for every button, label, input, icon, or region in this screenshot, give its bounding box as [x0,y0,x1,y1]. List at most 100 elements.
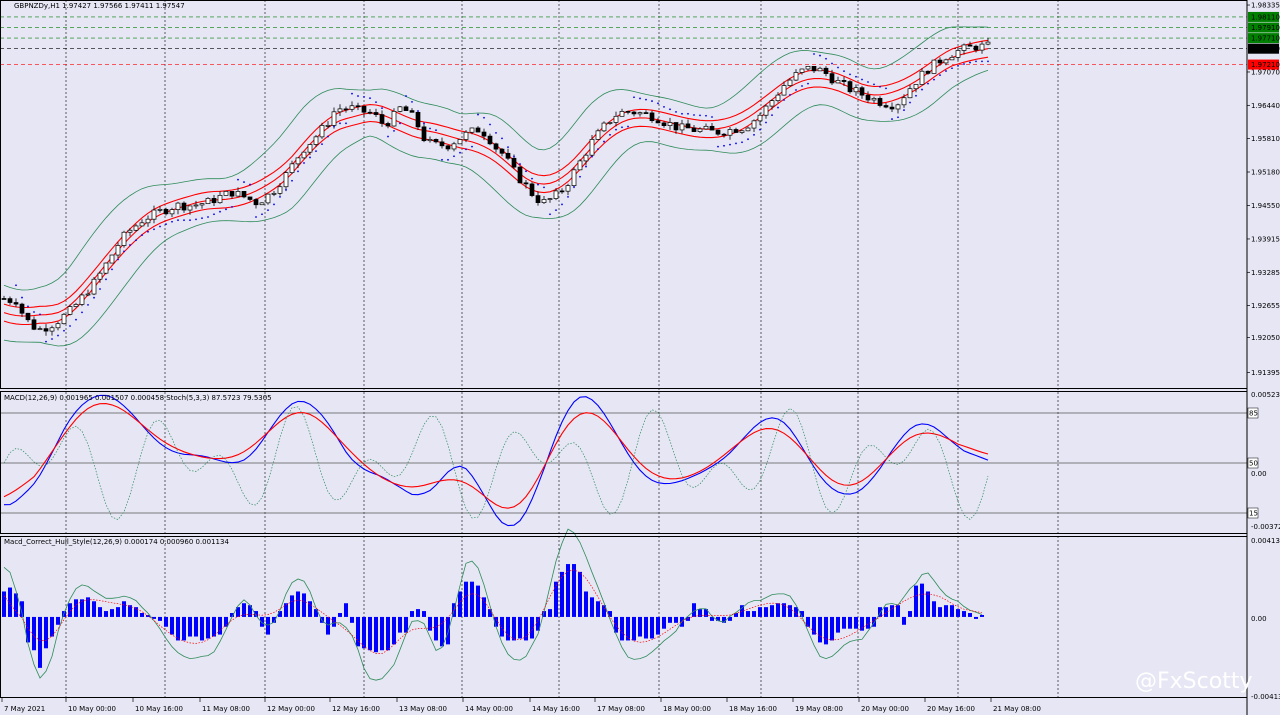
histogram-bar [392,616,396,645]
candle [355,105,361,108]
time-label: 19 May 08:00 [795,705,843,713]
sar-dot [525,170,527,173]
sar-dot [297,170,299,173]
candle [571,169,577,186]
histogram-bar [164,616,168,627]
candle [391,111,397,127]
sar-dot [441,158,443,161]
candle [241,190,247,198]
sar-dot [861,78,863,81]
candle [301,151,307,159]
sar-dot [39,313,41,316]
histogram-bar [830,616,834,641]
time-label: 14 May 00:00 [465,705,513,713]
sar-dot [201,217,203,220]
sar-dot [147,230,149,233]
histogram-bar [698,609,702,617]
candle [265,193,271,204]
price-axis: 1.98335 1.97070 1.96440 1.95810 1.95180 1.945… [1247,0,1280,715]
histogram-bar [746,611,750,617]
candle [853,87,859,93]
candle [727,129,733,136]
histogram-bar [638,616,642,637]
candle [961,44,967,51]
histogram-bar [776,603,780,617]
candle [859,87,865,96]
candle [535,195,541,203]
sar-dot [453,155,455,158]
sar-dot [519,163,521,165]
sar-dot [309,156,311,159]
candle [457,139,463,145]
candle [307,144,313,153]
sar-dot [831,62,833,65]
histogram-bar [458,591,462,617]
histogram-bar [914,585,918,617]
candle [667,122,673,127]
histogram-bar [80,599,84,617]
sar-dot [873,83,875,86]
histogram-bar [674,616,678,623]
sar-dot [957,64,959,67]
candle [565,185,571,192]
histogram-bar [656,616,660,635]
sar-dot [903,109,905,111]
candle [769,100,775,107]
histogram-bar [134,607,138,617]
candle [91,278,97,295]
trading-chart[interactable]: 1.98335 1.97070 1.96440 1.95810 1.95180 1.945… [0,0,1280,715]
sar-dot [375,101,377,104]
candle [253,199,259,206]
axis-tick-label: 1.94550 [1251,202,1280,210]
histogram-bar [2,591,6,617]
sar-dot [783,99,785,101]
histogram-bar [920,583,924,617]
candle [115,245,121,256]
histogram-bar [32,616,36,651]
candle [703,125,709,130]
candle [481,131,487,137]
candle [13,302,19,305]
sar-dot [483,116,485,119]
candle [43,328,49,332]
histogram-bar [266,616,270,635]
candle [445,145,451,150]
sar-dot [231,206,233,208]
candle [1,298,7,300]
histogram-bar [554,581,558,617]
sar-dot [123,250,125,253]
sar-dot [921,88,923,91]
candle [451,143,457,150]
sar-dot [801,85,803,87]
sar-dot [699,114,701,117]
sar-dot [159,225,161,228]
candle [835,80,841,84]
candle [463,131,469,140]
sar-dot [981,60,983,63]
candle [901,97,907,106]
sar-dot [459,151,461,154]
sar-dot [249,183,251,186]
sar-dot [591,155,593,158]
candle [103,262,109,274]
sar-dot [399,122,401,125]
sar-dot [351,92,353,95]
sar-dot [357,95,359,97]
time-label: 14 May 16:00 [532,705,580,713]
sar-dot [825,57,827,60]
axis-tick-label: 1.97070 [1251,68,1280,76]
candle [175,202,181,211]
histogram-bar [770,605,774,617]
sar-dot [879,85,881,88]
time-label: 17 May 08:00 [597,705,645,713]
histogram-bar [464,581,468,617]
histogram-bar [842,616,846,629]
sar-dot [669,108,671,111]
candle [739,130,745,133]
sar-dot [573,186,575,188]
candle [229,191,235,197]
candle [151,209,157,220]
sar-dot [501,137,503,140]
candle [421,126,427,142]
candle [847,81,853,93]
